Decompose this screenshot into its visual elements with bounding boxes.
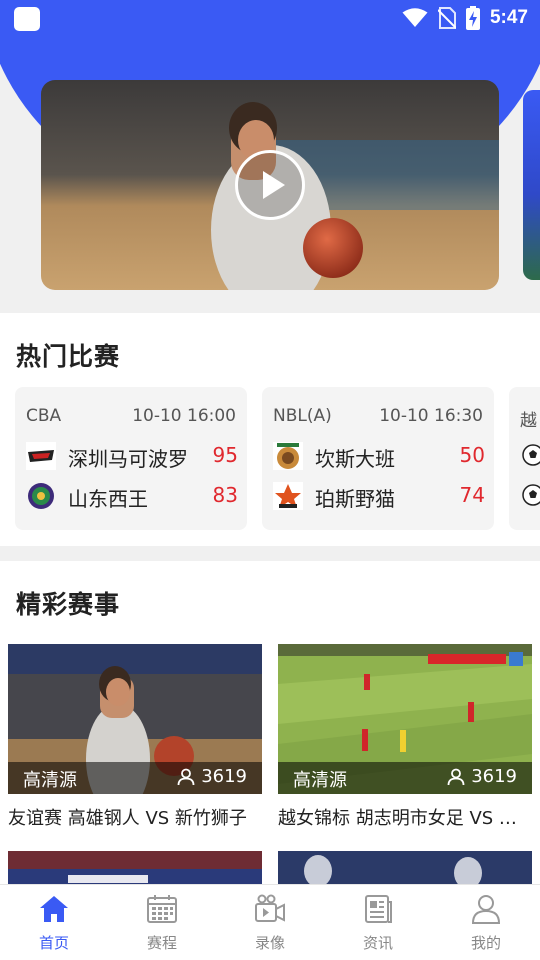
event-title: 越女锦标 胡志明市女足 VS 胡志明市女足II	[278, 808, 532, 829]
event-title: 友谊赛 高雄钢人 VS 新竹狮子	[8, 808, 247, 829]
event-thumbnail[interactable]	[278, 851, 532, 884]
match-league: NBL(A)	[273, 406, 332, 426]
person-icon	[447, 768, 465, 785]
tab-label: 赛程	[146, 934, 177, 952]
news-icon	[365, 895, 392, 923]
app-icon	[14, 7, 40, 31]
team-logo	[28, 483, 54, 509]
match-team-row: 坎斯大班 50	[273, 441, 485, 471]
video-icon	[255, 894, 285, 922]
person-icon	[177, 768, 195, 785]
tab-label: 录像	[254, 934, 285, 952]
match-card[interactable]: NBL(A) 10-10 16:30 坎斯大班 50 珀斯野猫 74	[262, 387, 494, 530]
wifi-icon	[402, 8, 428, 27]
soccer-ball-icon	[522, 484, 540, 506]
tab-schedule[interactable]: 赛程	[108, 885, 216, 960]
tab-news[interactable]: 资讯	[324, 885, 432, 960]
soccer-ball-icon	[522, 444, 540, 466]
status-bar: 5:47	[0, 0, 540, 36]
team-name: 深圳马可波罗	[68, 447, 188, 471]
team-logo	[273, 442, 303, 470]
match-league: CBA	[26, 406, 62, 426]
team-score: 83	[212, 483, 238, 507]
event-info-bar: 高清源 3619	[8, 762, 262, 794]
match-card[interactable]: 越	[509, 387, 540, 530]
team-score: 95	[212, 443, 238, 467]
match-time: 10-10 16:30	[379, 406, 483, 426]
featured-events-section: 精彩赛事 高清源 3619 友谊赛 高雄钢人 VS 新竹狮子 高清源 3619 …	[0, 561, 540, 884]
section-title: 精彩赛事	[16, 590, 121, 619]
team-logo	[26, 442, 56, 470]
tab-label: 资讯	[362, 934, 393, 952]
team-score: 74	[459, 483, 485, 507]
event-source: 高清源	[23, 770, 77, 791]
match-team-row: 深圳马可波罗 95	[26, 441, 238, 471]
event-thumbnail[interactable]	[8, 851, 262, 884]
team-name: 坎斯大班	[315, 447, 395, 471]
section-title: 热门比赛	[16, 342, 121, 371]
event-view-count: 3619	[201, 766, 247, 787]
status-icons: 5:47	[402, 5, 528, 31]
match-card[interactable]: CBA 10-10 16:00 深圳马可波罗 95 山东西王 83	[15, 387, 247, 530]
play-icon	[263, 171, 285, 199]
tab-home[interactable]: 首页	[0, 885, 108, 960]
tab-profile[interactable]: 我的	[432, 885, 540, 960]
team-score: 50	[459, 443, 485, 467]
event-views: 3619	[177, 766, 247, 787]
event-info-bar: 高清源 3619	[278, 762, 532, 794]
event-source: 高清源	[293, 770, 347, 791]
bottom-tab-bar: 首页 赛程 录像 资讯 我的	[0, 884, 540, 960]
hot-matches-section: 热门比赛 CBA 10-10 16:00 深圳马可波罗 95 山东西王 83 N…	[0, 313, 540, 546]
tab-video[interactable]: 录像	[216, 885, 324, 960]
team-name: 珀斯野猫	[315, 487, 395, 511]
home-icon	[40, 896, 68, 922]
banner-next-peek[interactable]	[523, 90, 540, 280]
match-team-row: 山东西王 83	[26, 481, 238, 511]
banner-video[interactable]	[41, 80, 499, 290]
user-icon	[471, 895, 501, 924]
match-team-row: 珀斯野猫 74	[273, 481, 485, 511]
team-logo	[273, 482, 303, 510]
no-sim-icon	[437, 7, 456, 29]
event-view-count: 3619	[471, 766, 517, 787]
match-time: 10-10 16:00	[132, 406, 236, 426]
battery-charging-icon	[465, 6, 480, 30]
event-views: 3619	[447, 766, 517, 787]
tab-label: 首页	[38, 934, 69, 952]
tab-label: 我的	[470, 934, 501, 952]
team-name: 山东西王	[68, 487, 148, 511]
status-time: 5:47	[489, 7, 528, 28]
calendar-icon	[147, 895, 177, 923]
play-button[interactable]	[235, 150, 305, 220]
match-league: 越	[520, 411, 537, 431]
